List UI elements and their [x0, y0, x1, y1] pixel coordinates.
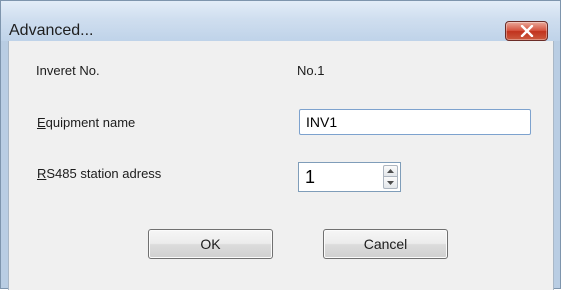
cancel-button[interactable]: Cancel	[323, 229, 448, 259]
arrow-up-icon	[387, 169, 394, 173]
arrow-down-icon	[387, 180, 394, 185]
close-button[interactable]	[505, 21, 548, 41]
spin-up-button[interactable]	[383, 165, 398, 177]
dialog-title: Advanced...	[9, 22, 94, 39]
rs485-station-stepper	[298, 162, 401, 192]
close-x-icon	[520, 25, 533, 37]
equipment-name-field[interactable]	[299, 109, 531, 135]
dialog-body: Inveret No. No.1 Equipment name RS485 st…	[8, 41, 554, 290]
equipment-name-label-rest: quipment name	[45, 115, 136, 130]
rs485-accel: R	[37, 166, 47, 181]
spin-down-button[interactable]	[383, 177, 398, 189]
inverter-no-label: Inveret No.	[36, 63, 100, 78]
inverter-no-value: No.1	[297, 63, 325, 78]
spin-buttons	[383, 165, 398, 189]
advanced-dialog: Advanced... Inveret No. No.1 Equipment n…	[0, 0, 561, 290]
equipment-name-accel: E	[37, 115, 46, 130]
rs485-station-label: RS485 station adress	[37, 166, 161, 181]
equipment-name-label: Equipment name	[37, 115, 135, 130]
ok-button[interactable]: OK	[148, 229, 273, 259]
rs485-label-rest: S485 station adress	[46, 166, 162, 181]
rs485-station-input[interactable]	[299, 163, 379, 191]
title-bar[interactable]: Advanced...	[1, 1, 560, 41]
